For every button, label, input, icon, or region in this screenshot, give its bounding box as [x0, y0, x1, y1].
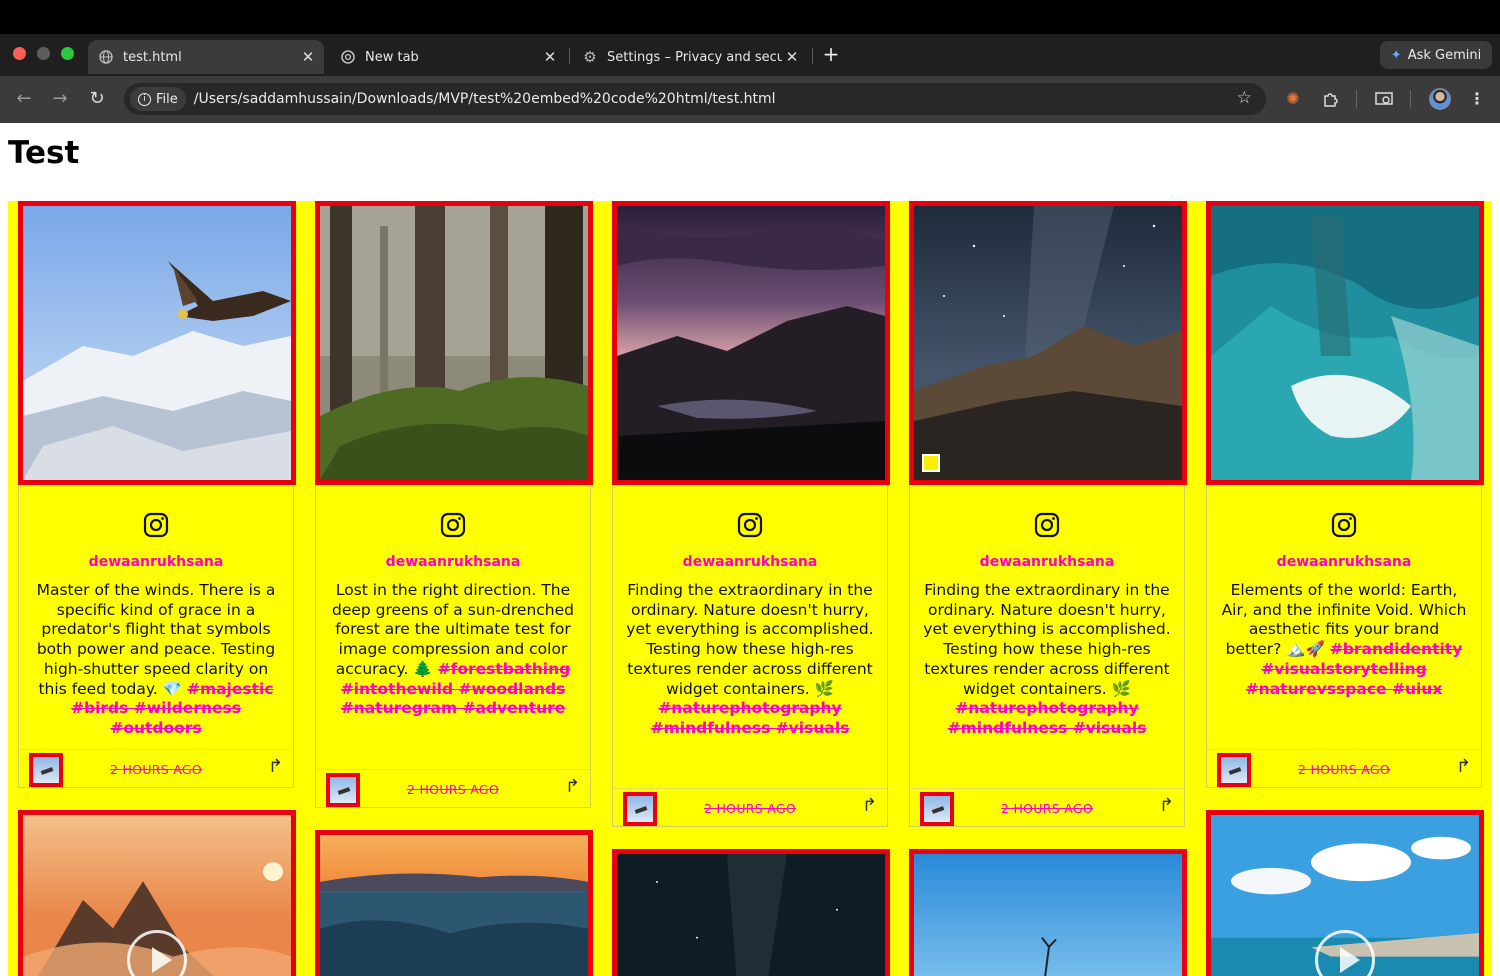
more-menu-icon[interactable]: ⋮ — [1465, 87, 1489, 111]
post-footer: 2 HOURS AGO ↱ — [19, 749, 293, 789]
media-cast-icon[interactable] — [1372, 87, 1396, 111]
post-footer: 2 HOURS AGO ↱ — [613, 788, 887, 828]
caption-text: Finding the extraordinary in the ordinar… — [923, 581, 1171, 698]
post-username[interactable]: dewaanrukhsana — [316, 554, 590, 570]
instagram-icon — [143, 512, 169, 538]
ask-gemini-button[interactable]: ✦ Ask Gemini — [1380, 41, 1492, 69]
instagram-icon — [1331, 512, 1357, 538]
post-caption: Master of the winds. There is a specific… — [31, 581, 281, 739]
toolbar-divider — [1410, 90, 1411, 108]
forward-arrow-icon[interactable]: → — [48, 87, 72, 111]
chrome-icon — [340, 49, 356, 65]
minimize-window-button[interactable] — [37, 47, 50, 60]
extension-burst-icon[interactable]: ✺ — [1281, 87, 1305, 111]
blue-sky-tree-card[interactable] — [909, 849, 1187, 976]
post-caption: Lost in the right direction. The deep gr… — [328, 581, 578, 719]
share-arrow-icon[interactable]: ↱ — [862, 795, 877, 816]
post-caption: Elements of the world: Earth, Air, and t… — [1219, 581, 1469, 699]
maximize-window-button[interactable] — [61, 47, 74, 60]
url-text[interactable]: /Users/saddamhussain/Downloads/MVP/test%… — [194, 91, 776, 107]
share-arrow-icon[interactable]: ↱ — [1159, 795, 1174, 816]
profile-avatar[interactable] — [1429, 88, 1451, 110]
close-tab-icon[interactable]: ✕ — [298, 48, 318, 66]
post-caption: Finding the extraordinary in the ordinar… — [625, 581, 875, 739]
tab-title: test.html — [123, 49, 182, 65]
post-caption: Finding the extraordinary in the ordinar… — [922, 581, 1172, 739]
post-username[interactable]: dewaanrukhsana — [613, 554, 887, 570]
tab-title: New tab — [365, 49, 419, 65]
reload-icon[interactable]: ↻ — [85, 87, 109, 111]
ocean-aerial-photo[interactable] — [1206, 201, 1484, 485]
ask-gemini-label: Ask Gemini — [1407, 47, 1482, 63]
post-card[interactable]: dewaanrukhsana Elements of the world: Ea… — [1206, 201, 1484, 789]
forest-photo[interactable] — [315, 201, 593, 485]
post-card[interactable]: dewaanrukhsana Finding the extraordinary… — [909, 201, 1187, 828]
info-icon: i — [138, 92, 151, 106]
instagram-icon — [737, 512, 763, 538]
post-footer: 2 HOURS AGO ↱ — [1207, 749, 1481, 789]
post-card[interactable]: dewaanrukhsana Master of the winds. Ther… — [18, 201, 296, 789]
post-timestamp: 2 HOURS AGO — [406, 782, 500, 797]
back-arrow-icon[interactable]: ← — [12, 87, 36, 111]
beach-city-video-card[interactable] — [1206, 810, 1484, 976]
post-timestamp: 2 HOURS AGO — [109, 762, 203, 777]
share-arrow-icon[interactable]: ↱ — [1456, 756, 1471, 777]
ocean-sunset-card[interactable] — [315, 830, 593, 976]
close-window-button[interactable] — [13, 47, 26, 60]
instagram-icon — [440, 512, 466, 538]
screen-top-bar — [0, 0, 1500, 34]
gear-icon: ⚙ — [583, 48, 597, 66]
close-tab-icon[interactable]: ✕ — [782, 48, 802, 66]
file-label: File — [156, 91, 178, 107]
post-timestamp: 2 HOURS AGO — [703, 801, 797, 816]
tab-test-html[interactable]: test.html ✕ — [88, 40, 324, 74]
share-arrow-icon[interactable]: ↱ — [565, 776, 580, 797]
address-bar[interactable]: i File /Users/saddamhussain/Downloads/MV… — [124, 83, 1266, 115]
post-card[interactable]: dewaanrukhsana Lost in the right directi… — [315, 201, 593, 809]
site-info-chip[interactable]: i File — [130, 87, 186, 111]
post-footer: 2 HOURS AGO ↱ — [910, 788, 1184, 828]
tab-title: Settings – Privacy and securit — [607, 49, 782, 65]
post-username[interactable]: dewaanrukhsana — [19, 554, 293, 570]
caption-hashtags[interactable]: #naturephotography #mindfulness #visuals — [948, 699, 1147, 737]
instagram-icon — [1034, 512, 1060, 538]
mountain-sunset-photo[interactable] — [612, 201, 890, 485]
night-sky-card[interactable] — [612, 849, 890, 976]
mountain-clouds-video-card[interactable] — [18, 810, 296, 976]
eagle-photo[interactable] — [18, 201, 296, 485]
tab-divider — [812, 48, 813, 64]
caption-hashtags[interactable]: #naturephotography #mindfulness #visuals — [651, 699, 850, 737]
post-timestamp: 2 HOURS AGO — [1000, 801, 1094, 816]
milky-way-mountain-photo[interactable] — [909, 201, 1187, 485]
tab-settings[interactable]: ⚙ Settings – Privacy and securit ✕ — [572, 40, 808, 74]
share-arrow-icon[interactable]: ↱ — [268, 756, 283, 777]
post-timestamp: 2 HOURS AGO — [1297, 762, 1391, 777]
extensions-puzzle-icon[interactable] — [1318, 87, 1342, 111]
post-username[interactable]: dewaanrukhsana — [1207, 554, 1481, 570]
page-title: Test — [8, 135, 80, 171]
yellow-square-marker — [922, 454, 940, 472]
post-card[interactable]: dewaanrukhsana Finding the extraordinary… — [612, 201, 890, 828]
gemini-sparkle-icon: ✦ — [1390, 47, 1402, 63]
globe-icon — [98, 49, 114, 65]
close-tab-icon[interactable]: ✕ — [540, 48, 560, 66]
bookmark-star-icon[interactable]: ☆ — [1237, 88, 1252, 108]
new-tab-button[interactable]: + — [820, 44, 842, 66]
tab-new-tab[interactable]: New tab ✕ — [330, 40, 566, 74]
page-viewport: Test dewaanrukhsana Master of the winds.… — [0, 123, 1500, 976]
tab-divider — [569, 48, 570, 64]
post-username[interactable]: dewaanrukhsana — [910, 554, 1184, 570]
toolbar-divider — [1356, 90, 1357, 108]
instagram-feed-grid: dewaanrukhsana Master of the winds. Ther… — [8, 201, 1492, 976]
caption-text: Finding the extraordinary in the ordinar… — [626, 581, 874, 698]
post-footer: 2 HOURS AGO ↱ — [316, 769, 590, 809]
